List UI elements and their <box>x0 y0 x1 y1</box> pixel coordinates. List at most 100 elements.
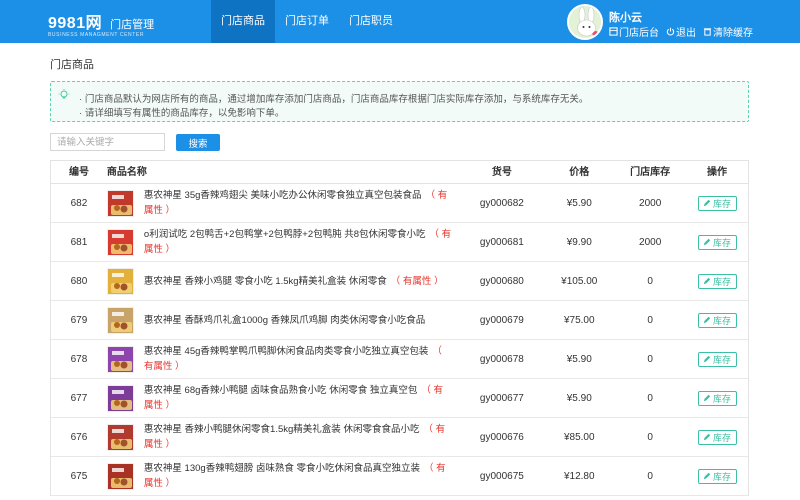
store-backend-link[interactable]: 门店后台 <box>609 24 659 39</box>
product-name[interactable]: 惠农神星 45g香辣鸭掌鸭爪鸭脚休闲食品肉类零食小吃独立真空包装（ 有属性 ） <box>144 344 452 374</box>
page-title: 门店商品 <box>50 59 94 71</box>
row-price: ¥5.90 <box>566 197 592 209</box>
product-name[interactable]: o利润试吃 2包鸭舌+2包鸭掌+2包鸭脖+2包鸭肫 共8包休闲零食小吃（ 有属性… <box>144 227 452 257</box>
row-actions: 库存 <box>686 418 748 456</box>
notice-line-2: · 请详细填写有属性的商品库存，以免影响下单。 <box>79 108 285 119</box>
clear-cache-label: 清除缓存 <box>713 28 753 39</box>
user-name: 陈小云 <box>609 12 642 24</box>
col-header-id: 编号 <box>68 167 89 178</box>
table-body: 682 惠农神星 35g香辣鸡翅尖 美味小吃办公休闲零食独立真空包装食品（ 有属… <box>51 184 748 496</box>
product-thumbnail[interactable] <box>106 306 134 334</box>
notice-text-2: 请详细填写有属性的商品库存，以免影响下单。 <box>84 108 285 119</box>
product-thumbnail[interactable] <box>106 462 134 490</box>
table-row: 680 惠农神星 香辣小鸡腿 零食小吃 1.5kg精美礼盒装 休闲零食（ 有属性… <box>51 262 748 301</box>
has-attributes-tag: （ 有属性 ） <box>390 275 444 287</box>
stock-button[interactable]: 库存 <box>697 273 737 289</box>
row-actions: 库存 <box>686 457 748 495</box>
col-header-price: 价格 <box>569 167 590 178</box>
product-name[interactable]: 惠农神星 130g香辣鸭翅膀 卤味熟食 零食小吃休闲食品真空独立装（ 有属性 ） <box>144 461 452 491</box>
brand-english-caption: BUSINESS MANAGMENT CENTER <box>48 32 145 38</box>
product-name-text: 惠农神星 68g香辣小鸭腿 卤味食品熟食小吃 休闲零食 独立真空包 <box>143 385 418 396</box>
row-id: 679 <box>70 314 88 326</box>
stock-button[interactable]: 库存 <box>697 390 737 406</box>
pencil-icon <box>703 433 711 441</box>
table-row: 675 惠农神星 130g香辣鸭翅膀 卤味熟食 零食小吃休闲食品真空独立装（ 有… <box>51 457 748 496</box>
row-id: 682 <box>70 197 88 209</box>
row-stock: 0 <box>647 431 653 443</box>
row-price: ¥5.90 <box>566 353 592 365</box>
pencil-icon <box>703 472 711 480</box>
stock-button[interactable]: 库存 <box>697 195 737 211</box>
row-product: 惠农神星 45g香辣鸭掌鸭爪鸭脚休闲食品肉类零食小吃独立真空包装（ 有属性 ） <box>106 340 460 378</box>
product-name[interactable]: 惠农神星 香酥鸡爪礼盒1000g 香辣凤爪鸡脚 肉类休闲零食小吃食品 <box>144 313 452 328</box>
pencil-icon <box>703 199 711 207</box>
table-row: 676 惠农神星 香辣小鸭腿休闲零食1.5kg精美礼盒装 休闲零食食品小吃（ 有… <box>51 418 748 457</box>
row-actions: 库存 <box>686 301 748 339</box>
stock-button[interactable]: 库存 <box>697 429 737 445</box>
product-thumbnail[interactable] <box>106 267 134 295</box>
nav-item-store-staff[interactable]: 门店职员 <box>339 0 403 43</box>
nav-item-store-orders[interactable]: 门店订单 <box>275 0 339 43</box>
row-actions: 库存 <box>686 262 748 300</box>
stock-button[interactable]: 库存 <box>697 468 737 484</box>
table-row: 679 惠农神星 香酥鸡爪礼盒1000g 香辣凤爪鸡脚 肉类休闲零食小吃食品 g… <box>51 301 748 340</box>
product-name-text: 惠农神星 35g香辣鸡翅尖 美味小吃办公休闲零食独立真空包装食品 <box>143 190 422 201</box>
notice-box: · 门店商品默认为网店所有的商品，通过增加库存添加门店商品，门店商品库存根据门店… <box>50 81 749 122</box>
row-price: ¥105.00 <box>561 275 598 287</box>
lightbulb-icon <box>58 89 70 99</box>
pencil-icon <box>703 316 711 324</box>
row-stock: 0 <box>647 314 653 326</box>
product-thumbnail[interactable] <box>106 189 134 217</box>
product-name-text: 惠农神星 45g香辣鸭掌鸭爪鸭脚休闲食品肉类零食小吃独立真空包装 <box>143 346 429 357</box>
row-price: ¥75.00 <box>563 314 595 326</box>
product-name-text: 惠农神星 香辣小鸭腿休闲零食1.5kg精美礼盒装 休闲零食食品小吃 <box>143 424 420 435</box>
product-thumbnail[interactable] <box>106 228 134 256</box>
brand[interactable]: 9981网 门店管理 BUSINESS MANAGMENT CENTER <box>48 9 154 38</box>
row-id: 681 <box>70 236 88 248</box>
stock-button[interactable]: 库存 <box>697 312 737 328</box>
row-stock: 0 <box>647 392 653 404</box>
rabbit-avatar-icon <box>569 6 601 38</box>
product-image-icon <box>107 424 133 450</box>
row-actions: 库存 <box>686 340 748 378</box>
product-thumbnail[interactable] <box>106 423 134 451</box>
product-thumbnail[interactable] <box>106 345 134 373</box>
table-row: 682 惠农神星 35g香辣鸡翅尖 美味小吃办公休闲零食独立真空包装食品（ 有属… <box>51 184 748 223</box>
nav-item-store-products[interactable]: 门店商品 <box>211 0 275 43</box>
search-button[interactable]: 搜索 <box>176 134 220 151</box>
row-price: ¥85.00 <box>563 431 595 443</box>
product-image-icon <box>107 268 133 294</box>
product-image-icon <box>107 190 133 216</box>
row-product: 惠农神星 香辣小鸡腿 零食小吃 1.5kg精美礼盒装 休闲零食（ 有属性 ） <box>106 262 460 300</box>
row-stock: 2000 <box>639 197 662 209</box>
search-input[interactable] <box>50 133 165 151</box>
stock-button-label: 库存 <box>713 237 732 248</box>
row-sku: gy000675 <box>479 470 524 482</box>
notice-line-1: · 门店商品默认为网店所有的商品，通过增加库存添加门店商品，门店商品库存根据门店… <box>79 94 589 105</box>
logout-link[interactable]: 退出 <box>666 24 696 39</box>
table-row: 681 o利润试吃 2包鸭舌+2包鸭掌+2包鸭脖+2包鸭肫 共8包休闲零食小吃（… <box>51 223 748 262</box>
row-id: 677 <box>70 392 88 404</box>
col-header-actions: 操作 <box>707 167 728 178</box>
pencil-icon <box>703 238 711 246</box>
row-actions: 库存 <box>686 223 748 261</box>
clear-cache-link[interactable]: 清除缓存 <box>703 24 753 39</box>
col-header-name-text: 商品名称 <box>106 167 147 178</box>
pencil-icon <box>703 355 711 363</box>
product-name[interactable]: 惠农神星 35g香辣鸡翅尖 美味小吃办公休闲零食独立真空包装食品（ 有属性 ） <box>144 188 452 218</box>
product-name[interactable]: 惠农神星 68g香辣小鸭腿 卤味食品熟食小吃 休闲零食 独立真空包（ 有属性 ） <box>144 383 452 413</box>
table-header: 编号 商品名称 货号 价格 门店库存 操作 <box>51 161 748 184</box>
product-thumbnail[interactable] <box>106 384 134 412</box>
row-product: 惠农神星 香辣小鸭腿休闲零食1.5kg精美礼盒装 休闲零食食品小吃（ 有属性 ） <box>106 418 460 456</box>
product-name-text: 惠农神星 130g香辣鸭翅膀 卤味熟食 零食小吃休闲食品真空独立装 <box>143 463 420 474</box>
product-name[interactable]: 惠农神星 香辣小鸭腿休闲零食1.5kg精美礼盒装 休闲零食食品小吃（ 有属性 ） <box>144 422 452 452</box>
stock-button-label: 库存 <box>713 198 732 209</box>
product-name-text: o利润试吃 2包鸭舌+2包鸭掌+2包鸭脖+2包鸭肫 共8包休闲零食小吃 <box>143 229 426 240</box>
product-image-icon <box>107 385 133 411</box>
row-id: 678 <box>70 353 88 365</box>
avatar[interactable] <box>567 4 603 40</box>
row-stock: 2000 <box>639 236 662 248</box>
product-name[interactable]: 惠农神星 香辣小鸡腿 零食小吃 1.5kg精美礼盒装 休闲零食（ 有属性 ） <box>144 274 452 289</box>
stock-button[interactable]: 库存 <box>697 351 737 367</box>
stock-button[interactable]: 库存 <box>697 234 737 250</box>
